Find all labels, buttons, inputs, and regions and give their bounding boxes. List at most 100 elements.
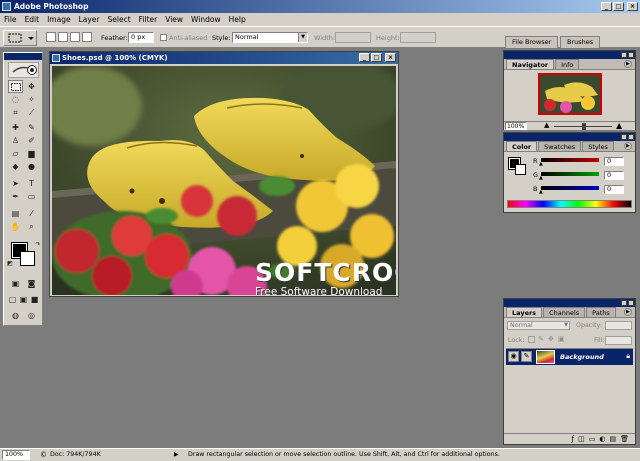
eraser-tool-icon[interactable]: ▱ xyxy=(8,147,23,160)
menu-window[interactable]: Window xyxy=(191,15,221,24)
menu-view[interactable]: View xyxy=(165,15,183,24)
pen-tool-icon[interactable]: ✒ xyxy=(8,190,23,203)
adobe-online-logo[interactable] xyxy=(8,62,39,78)
crop-tool-icon[interactable]: ⌗ xyxy=(8,106,23,119)
document-close-button[interactable]: × xyxy=(385,53,396,62)
fill-input[interactable] xyxy=(605,336,632,345)
document-title-bar[interactable]: Shoes.psd @ 100% (CMYK) _ □ × xyxy=(50,52,398,64)
new-selection-button[interactable] xyxy=(46,32,56,42)
tab-color[interactable]: Color xyxy=(506,141,538,151)
default-colors-icon[interactable]: ◩ xyxy=(6,259,14,267)
panel-close-button[interactable] xyxy=(628,134,634,140)
lock-transparency-checkbox[interactable] xyxy=(528,336,535,343)
tab-swatches[interactable]: Swatches xyxy=(538,141,582,151)
layer-name[interactable]: Background xyxy=(560,353,604,361)
dodge-tool-icon[interactable]: ● xyxy=(24,160,39,173)
document-minimize-button[interactable]: _ xyxy=(359,53,370,62)
new-layer-icon[interactable]: ▤ xyxy=(609,435,616,443)
layer-visibility-eye-icon[interactable]: ◉ xyxy=(508,351,519,362)
move-tool-icon[interactable]: ✥ xyxy=(24,80,39,93)
standard-screen-mode-icon[interactable]: ▢ xyxy=(7,293,18,306)
magic-wand-tool-icon[interactable]: ✧ xyxy=(24,93,39,106)
full-screen-mode-icon[interactable]: ■ xyxy=(29,293,40,306)
path-selection-tool-icon[interactable]: ➤ xyxy=(8,177,23,190)
status-zoom-input[interactable]: 100% xyxy=(2,450,30,460)
menu-edit[interactable]: Edit xyxy=(25,15,40,24)
slice-tool-icon[interactable]: ⟋ xyxy=(24,106,39,119)
zoom-out-icon[interactable]: ▲ xyxy=(544,121,549,129)
toolbox-header[interactable] xyxy=(4,53,42,60)
history-brush-tool-icon[interactable]: ✐ xyxy=(24,134,39,147)
add-selection-button[interactable] xyxy=(58,32,68,42)
full-screen-menu-mode-icon[interactable]: ▣ xyxy=(18,293,29,306)
navigator-zoom-input[interactable]: 100% xyxy=(505,122,527,130)
panel-minimize-button[interactable] xyxy=(621,300,627,306)
menu-image[interactable]: Image xyxy=(47,15,71,24)
clone-stamp-tool-icon[interactable]: ♙ xyxy=(8,134,23,147)
opacity-input[interactable] xyxy=(605,321,632,330)
type-tool-icon[interactable]: T xyxy=(24,177,39,190)
menu-file[interactable]: File xyxy=(4,15,17,24)
zoom-in-icon[interactable]: ▲ xyxy=(616,121,622,130)
tab-navigator[interactable]: Navigator xyxy=(506,59,555,69)
new-layer-set-icon[interactable]: ▭ xyxy=(589,435,596,443)
healing-brush-tool-icon[interactable]: ✚ xyxy=(8,121,23,134)
intersect-selection-button[interactable] xyxy=(82,32,92,42)
lock-image-icon[interactable]: ✎ xyxy=(538,335,544,343)
tab-styles[interactable]: Styles xyxy=(582,141,614,151)
navigator-panel-header[interactable] xyxy=(504,51,635,59)
channel-r-value[interactable]: 0 xyxy=(604,157,624,166)
jump-to-imageready-icon[interactable]: ◍ xyxy=(8,309,23,322)
zoom-slider-handle[interactable] xyxy=(582,123,586,130)
menu-filter[interactable]: Filter xyxy=(139,15,158,24)
color-background-swatch[interactable] xyxy=(515,164,526,175)
layer-mask-icon[interactable]: ◫ xyxy=(578,435,585,443)
zoom-tool-icon[interactable]: ⌕ xyxy=(24,220,39,233)
panel-close-button[interactable] xyxy=(628,52,634,58)
style-select[interactable]: Normal ▼ xyxy=(232,32,308,43)
channel-r-slider[interactable] xyxy=(541,158,599,162)
lock-position-icon[interactable]: ✥ xyxy=(548,335,554,343)
tab-file-browser[interactable]: File Browser xyxy=(505,36,559,48)
layer-style-icon[interactable]: ƒ xyxy=(572,435,574,443)
slider-handle-icon[interactable]: ▲ xyxy=(539,175,543,181)
navigator-thumbnail[interactable] xyxy=(538,73,602,115)
layer-row-background[interactable]: ◉ ✎ Background 🔒︎ xyxy=(506,349,633,365)
adjustment-layer-icon[interactable]: ◐ xyxy=(599,435,605,443)
width-input[interactable] xyxy=(335,32,371,43)
delete-layer-icon[interactable]: 🗑︎ xyxy=(620,435,629,443)
panel-menu-icon[interactable]: ▶ xyxy=(624,308,632,316)
layers-panel-header[interactable] xyxy=(504,299,635,307)
channel-b-value[interactable]: 0 xyxy=(604,185,624,194)
panel-minimize-button[interactable] xyxy=(621,52,627,58)
gradient-tool-icon[interactable]: ▆ xyxy=(24,147,39,160)
brush-tool-icon[interactable]: ✎ xyxy=(24,121,39,134)
menu-help[interactable]: Help xyxy=(229,15,246,24)
minimize-button[interactable]: _ xyxy=(601,2,612,11)
color-panel-header[interactable] xyxy=(504,133,635,141)
menu-select[interactable]: Select xyxy=(108,15,131,24)
swap-colors-icon[interactable]: ↷ xyxy=(34,240,42,248)
imageready-icon[interactable]: ◎ xyxy=(24,309,39,322)
blend-mode-select[interactable]: Normal ▼ xyxy=(507,321,570,330)
antialiased-checkbox[interactable] xyxy=(160,34,167,41)
channel-b-slider[interactable] xyxy=(541,186,599,190)
marquee-tool-icon[interactable] xyxy=(8,80,23,93)
panel-close-button[interactable] xyxy=(628,300,634,306)
maximize-button[interactable]: □ xyxy=(613,2,624,11)
document-maximize-button[interactable]: □ xyxy=(371,53,382,62)
quick-mask-mode-icon[interactable]: ◙ xyxy=(24,277,39,290)
panel-menu-icon[interactable]: ▶ xyxy=(624,60,632,68)
hand-tool-icon[interactable]: ✋ xyxy=(8,220,23,233)
close-button[interactable]: × xyxy=(627,2,638,11)
slider-handle-icon[interactable]: ▲ xyxy=(539,161,543,167)
shape-tool-icon[interactable]: ▭ xyxy=(24,190,39,203)
tab-info[interactable]: Info xyxy=(555,59,580,69)
tab-brushes[interactable]: Brushes xyxy=(560,36,601,48)
tab-layers[interactable]: Layers xyxy=(506,307,543,317)
tab-paths[interactable]: Paths xyxy=(586,307,616,317)
eyedropper-tool-icon[interactable]: ⁄ xyxy=(24,207,39,220)
slider-handle-icon[interactable]: ▲ xyxy=(539,189,543,195)
image-canvas[interactable]: SOFTCROCO Free Software Download xyxy=(52,66,396,295)
lasso-tool-icon[interactable]: ◌ xyxy=(8,93,23,106)
